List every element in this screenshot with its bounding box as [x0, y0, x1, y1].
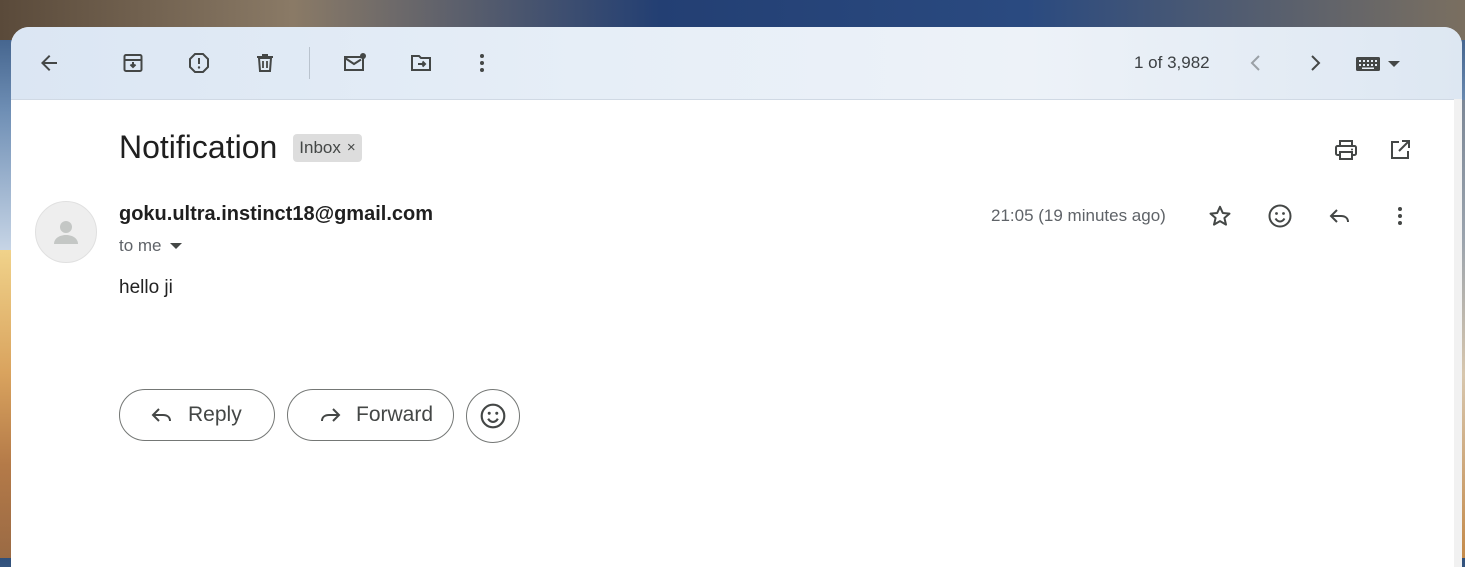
open-in-new-icon — [1388, 138, 1412, 162]
input-tools-button[interactable] — [1355, 51, 1411, 77]
subject-row: Notification Inbox × — [119, 129, 362, 166]
more-vert-icon — [470, 51, 494, 75]
person-icon — [53, 218, 79, 246]
delete-button[interactable] — [243, 41, 287, 85]
message-body: hello ji — [119, 277, 173, 298]
pagination-count: 1 of 3,982 — [1134, 53, 1210, 72]
add-reaction-button[interactable] — [1260, 196, 1300, 236]
caret-down-icon — [1387, 59, 1401, 69]
star-icon — [1208, 204, 1232, 228]
message-timestamp: 21:05 (19 minutes ago) — [991, 206, 1166, 225]
mark-unread-button[interactable] — [333, 41, 377, 85]
older-button[interactable] — [1293, 41, 1337, 85]
message-toolbar: 1 of 3,982 — [11, 27, 1462, 100]
inbox-label-chip[interactable]: Inbox × — [293, 133, 362, 162]
chevron-right-icon — [1303, 51, 1327, 75]
archive-button[interactable] — [111, 41, 155, 85]
email-subject: Notification — [119, 129, 278, 165]
move-to-button[interactable] — [399, 41, 443, 85]
newer-button[interactable] — [1234, 41, 1278, 85]
archive-icon — [121, 51, 145, 75]
report-spam-button[interactable] — [177, 41, 221, 85]
open-new-window-button[interactable] — [1380, 130, 1420, 170]
move-to-icon — [409, 51, 433, 75]
mail-window: 1 of 3,982 Notification Inbox × goku.ult… — [11, 27, 1462, 567]
more-options-button[interactable] — [460, 41, 504, 85]
remove-label-icon[interactable]: × — [347, 139, 356, 156]
forward-button[interactable]: Forward — [287, 389, 454, 441]
more-vert-icon — [1388, 204, 1412, 228]
chevron-left-icon — [1244, 51, 1268, 75]
recipient-details-toggle[interactable]: to me — [119, 236, 182, 256]
reply-button[interactable]: Reply — [119, 389, 275, 441]
reply-icon-button[interactable] — [1320, 196, 1360, 236]
emoji-reaction-button[interactable] — [466, 389, 520, 443]
print-all-button[interactable] — [1326, 130, 1366, 170]
emoji-icon — [1267, 203, 1293, 229]
toolbar-divider — [309, 47, 310, 79]
back-button[interactable] — [27, 41, 71, 85]
forward-label: Forward — [356, 403, 434, 426]
mark-unread-icon — [342, 51, 368, 75]
star-button[interactable] — [1200, 196, 1240, 236]
recipient-summary: to me — [119, 236, 162, 255]
sender-avatar[interactable] — [35, 201, 97, 263]
reply-icon — [1328, 204, 1352, 228]
keyboard-icon — [1355, 55, 1381, 73]
back-arrow-icon — [37, 51, 61, 75]
reply-label: Reply — [188, 403, 242, 426]
scrollbar[interactable] — [1454, 99, 1462, 567]
report-spam-icon — [187, 51, 211, 75]
sender-email[interactable]: goku.ultra.instinct18@gmail.com — [119, 203, 433, 226]
delete-icon — [253, 51, 277, 75]
caret-down-icon — [169, 242, 182, 250]
forward-icon — [318, 403, 342, 427]
print-icon — [1333, 138, 1359, 162]
label-name: Inbox — [299, 137, 341, 157]
emoji-icon — [479, 402, 507, 430]
reply-icon — [150, 403, 174, 427]
message-more-button[interactable] — [1380, 196, 1420, 236]
